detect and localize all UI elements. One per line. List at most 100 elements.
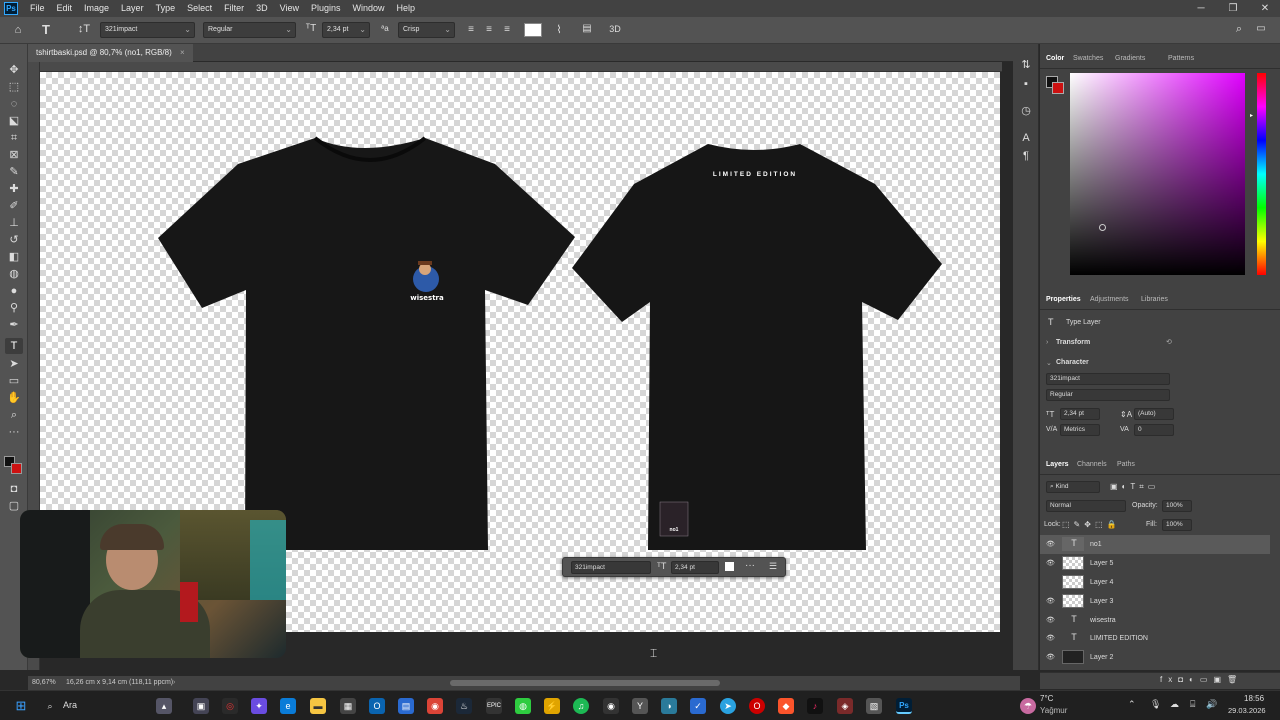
blur-tool-icon[interactable]: ● [5,283,23,299]
history-icon[interactable]: ◷ [1019,104,1033,117]
document-tab[interactable]: tshirtbaski.psd @ 80,7% (no1, RGB/8) × [28,44,193,62]
brush-tool-icon[interactable]: ✐ [5,198,23,214]
color-picker-cursor[interactable] [1099,224,1106,231]
tab-color[interactable]: Color [1046,49,1064,69]
spotify-icon[interactable]: ♫ [573,698,589,714]
character-section-label[interactable]: Character [1056,359,1089,366]
antialias-select[interactable]: Crisp ⌄ [398,22,455,38]
visibility-eye-icon[interactable]: 👁 [1046,559,1055,567]
menu-window[interactable]: Window [347,0,391,17]
steam-icon[interactable]: ♨ [456,698,472,714]
more-tools-icon[interactable]: ··· [5,424,23,440]
copilot-icon[interactable]: ✦ [251,698,267,714]
menu-layer[interactable]: Layer [115,0,150,17]
transform-section-label[interactable]: Transform [1056,339,1090,346]
align-left-icon[interactable]: ≡ [465,24,477,35]
close-tab-icon[interactable]: × [180,48,185,57]
paragraph-icon[interactable]: ¶ [1019,150,1033,162]
3d-button[interactable]: 3D [606,24,624,34]
prop-leading-select[interactable]: (Auto) [1134,408,1174,420]
edge-icon[interactable]: e [280,698,296,714]
onedrive-icon[interactable]: ☁ [1170,699,1179,710]
marquee-tool-icon[interactable]: ⬚ [5,79,23,95]
status-arrow-icon[interactable]: › [173,676,175,690]
align-right-icon[interactable]: ≡ [501,24,513,35]
prop-style-select[interactable]: Regular [1046,389,1170,401]
chrome-icon[interactable]: ◉ [427,698,443,714]
layer-row-limited-edition[interactable]: 👁 T LIMITED EDITION [1040,629,1270,648]
align-center-icon[interactable]: ≡ [483,24,495,35]
layer-row-layer5[interactable]: 👁 Layer 5 [1040,554,1270,573]
brave-icon[interactable]: ◆ [778,698,794,714]
layer-kind-filter[interactable]: ⌕ Kind [1046,481,1100,493]
lock-icons[interactable]: ⬚✎✥⬚🔒 [1062,520,1120,529]
visibility-eye-hidden-icon[interactable]: · [1046,578,1048,585]
dodge-tool-icon[interactable]: ⚲ [5,300,23,316]
microphone-icon[interactable]: 🎙 [1150,699,1161,710]
layer-row-layer3[interactable]: 👁 Layer 3 [1040,592,1270,611]
restore-icon[interactable]: ❐ [1216,0,1250,17]
taskbar-app-10[interactable]: ◈ [837,698,853,714]
comments-icon[interactable]: ▪ [1019,78,1033,90]
transform-expand-icon[interactable]: › [1046,339,1048,346]
tab-layers[interactable]: Layers [1046,455,1069,475]
layer-row-no1[interactable]: 👁 T no1 [1040,535,1270,554]
menu-help[interactable]: Help [391,0,422,17]
hand-tool-icon[interactable]: ✋ [5,390,23,406]
arrange-icon[interactable]: ⇅ [1019,58,1033,71]
text-orientation-icon[interactable]: ↕T [76,23,92,35]
windows-start-icon[interactable]: ⊞ [13,698,29,714]
rectangle-tool-icon[interactable]: ▭ [5,373,23,389]
healing-brush-icon[interactable]: ✚ [5,181,23,197]
search-icon[interactable]: ⌕ [1232,23,1246,36]
float-color-swatch[interactable] [725,562,734,571]
text-color-swatch[interactable] [524,23,542,37]
epic-games-icon[interactable]: EPIC [486,698,502,714]
prop-tracking-select[interactable]: 0 [1134,424,1174,436]
hue-slider-handle-icon[interactable]: ▸ [1250,112,1253,119]
clock-date[interactable]: 29.03.2026 [1228,706,1266,715]
fill-input[interactable]: 100% [1162,519,1192,531]
lasso-tool-icon[interactable]: ◌ [5,96,23,112]
menu-edit[interactable]: Edit [51,0,79,17]
eyedropper-tool-icon[interactable]: ✎ [5,164,23,180]
volume-icon[interactable]: 🔊 [1206,699,1217,710]
store-icon[interactable]: ▦ [340,698,356,714]
tiktok-icon[interactable]: ♪ [807,698,823,714]
zoom-level[interactable]: 80,67% [32,676,56,690]
opacity-input[interactable]: 100% [1162,500,1192,512]
layer-row-layer4[interactable]: · Layer 4 [1040,573,1270,592]
zoom-tool-icon[interactable]: ⌕ [5,407,23,423]
taskbar-app-2[interactable]: ◎ [222,698,238,714]
layer-row-layer2[interactable]: 👁 Layer 2 [1040,648,1270,667]
character-panel-icon[interactable]: ▤ [580,23,594,34]
tab-paths[interactable]: Paths [1117,455,1135,475]
taskbar-app-1[interactable]: ▴ [156,698,172,714]
menu-plugins[interactable]: Plugins [305,0,347,17]
visibility-eye-icon[interactable]: 👁 [1046,597,1055,605]
taskbar-app-9[interactable]: ✓ [690,698,706,714]
color-picker-field[interactable] [1070,73,1245,275]
type-tool-preset-icon[interactable]: T [38,22,54,37]
background-color-swatch[interactable] [11,463,22,474]
warp-text-icon[interactable]: ⌇ [552,23,566,36]
horizontal-scrollbar[interactable] [450,680,720,686]
visibility-eye-icon[interactable]: 👁 [1046,653,1055,661]
font-family-select[interactable]: 321impact ⌄ [100,22,195,38]
prop-font-select[interactable]: 321impact [1046,373,1170,385]
clock-time[interactable]: 18:56 [1244,694,1264,703]
minimize-icon[interactable]: ─ [1184,0,1218,17]
prop-size-select[interactable]: 2,34 pt [1060,408,1100,420]
menu-type[interactable]: Type [150,0,182,17]
font-style-select[interactable]: Regular ⌄ [203,22,296,38]
tab-patterns[interactable]: Patterns [1168,49,1194,69]
taskbar-app-11[interactable]: ▧ [866,698,882,714]
network-icon[interactable]: ⌸ [1190,699,1195,710]
taskbar-app-7[interactable]: Y [632,698,648,714]
pen-tool-icon[interactable]: ✒ [5,317,23,333]
tab-channels[interactable]: Channels [1077,455,1107,475]
tab-swatches[interactable]: Swatches [1073,49,1103,69]
type-tool-icon[interactable]: T [5,338,23,354]
weather-icon[interactable]: ☂ [1020,698,1036,714]
visibility-eye-icon[interactable]: 👁 [1046,634,1055,642]
